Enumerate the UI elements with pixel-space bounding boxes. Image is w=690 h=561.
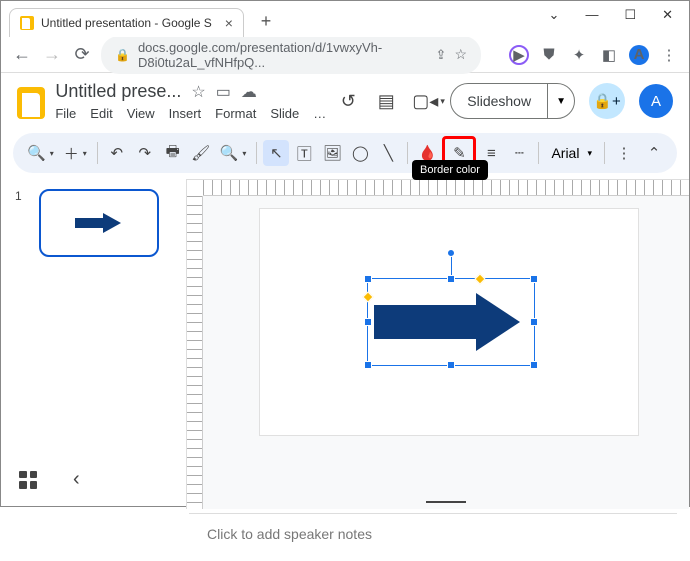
bookmark-star-icon[interactable]: ☆ (454, 46, 467, 63)
selection-outline (367, 278, 535, 366)
menu-file[interactable]: File (55, 106, 76, 121)
ruler-vertical[interactable] (187, 196, 203, 509)
speaker-notes[interactable]: Click to add speaker notes (189, 513, 677, 561)
new-slide-button[interactable]: ＋▾ (60, 140, 91, 166)
close-tab-icon[interactable]: × (225, 15, 233, 31)
ruler-horizontal[interactable] (203, 180, 689, 196)
resize-handle-bm[interactable] (447, 361, 455, 369)
select-tool-icon[interactable]: ↖ (263, 140, 289, 166)
reload-icon[interactable]: ⟳ (71, 44, 93, 66)
resize-handle-bl[interactable] (364, 361, 372, 369)
tab-title: Untitled presentation - Google S (41, 16, 212, 30)
nav-forward-icon: → (41, 44, 63, 66)
url-bar[interactable]: 🔒 docs.google.com/presentation/d/1vwxyVh… (101, 36, 481, 74)
slides-favicon (20, 16, 34, 30)
workspace: 1 ‹ (1, 179, 689, 509)
meet-camera-icon[interactable]: ▢◂▾ (412, 91, 436, 112)
menu-edit[interactable]: Edit (90, 106, 112, 121)
browser-tab[interactable]: Untitled presentation - Google S × (9, 8, 244, 37)
window-controls: ⌄ — ☐ ✕ (533, 1, 689, 29)
slide-canvas[interactable] (259, 208, 639, 436)
document-title[interactable]: Untitled prese... (55, 81, 181, 102)
minimize-icon[interactable]: — (585, 7, 598, 23)
comments-icon[interactable]: ▤ (374, 91, 398, 112)
extension-play-icon[interactable]: ▶ (509, 45, 529, 65)
zoom-button[interactable]: 🔍▾ (216, 140, 251, 166)
resize-handle-br[interactable] (530, 361, 538, 369)
extension-square-icon[interactable]: ◧ (599, 45, 619, 65)
resize-handle-lm[interactable] (364, 318, 372, 326)
cloud-status-icon[interactable]: ☁ (241, 82, 257, 102)
extensions-puzzle-icon[interactable]: ✦ (569, 45, 589, 65)
share-url-icon[interactable]: ⇪ (436, 47, 447, 63)
maximize-icon[interactable]: ☐ (624, 7, 636, 23)
slide-number: 1 (15, 189, 22, 203)
canvas-container (186, 179, 689, 509)
grid-view-icon[interactable] (19, 471, 37, 489)
lock-icon: 🔒 (115, 48, 130, 62)
caption-placeholder[interactable] (426, 501, 466, 503)
undo-icon[interactable]: ↶ (104, 140, 130, 166)
slideshow-dropdown[interactable]: ▼ (547, 84, 574, 118)
toolbar: 🔍▾ ＋▾ ↶ ↷ 🖶 🖌 🔍▾ ↖ 🅃 🖼 ◯ ╲ 🩸 ✎ ≡ ┄ Arial… (13, 133, 677, 173)
font-selector[interactable]: Arial▾ (545, 145, 598, 161)
thumb-arrow-shape (75, 213, 123, 233)
account-avatar[interactable]: A (639, 84, 673, 118)
share-button[interactable]: 🔒+ (589, 83, 625, 119)
text-box-icon[interactable]: 🅃 (291, 140, 317, 166)
canvas-area[interactable] (203, 196, 689, 509)
paint-format-icon[interactable]: 🖌 (188, 140, 214, 166)
star-outline-icon[interactable]: ☆ (191, 82, 205, 102)
slideshow-button[interactable]: Slideshow ▼ (450, 83, 575, 119)
slides-logo-icon[interactable] (17, 87, 45, 119)
resize-handle-rm[interactable] (530, 318, 538, 326)
rotation-line (451, 255, 452, 275)
redo-icon[interactable]: ↷ (132, 140, 158, 166)
border-dash-icon[interactable]: ┄ (506, 140, 532, 166)
line-icon[interactable]: ╲ (375, 140, 401, 166)
browser-titlebar: Untitled presentation - Google S × + ⌄ —… (1, 1, 689, 37)
nav-back-icon[interactable]: ← (11, 44, 33, 66)
menu-slide[interactable]: Slide (270, 106, 299, 121)
close-window-icon[interactable]: ✕ (662, 7, 673, 23)
menubar: File Edit View Insert Format Slide … (55, 106, 326, 121)
extension-shield-icon[interactable]: ⛊ (539, 45, 559, 65)
menu-view[interactable]: View (127, 106, 155, 121)
new-tab-button[interactable]: + (252, 7, 280, 35)
caret-down-icon[interactable]: ⌄ (549, 7, 560, 23)
rotation-handle[interactable] (447, 249, 455, 257)
collapse-panel-icon[interactable]: ‹ (73, 468, 80, 491)
shape-icon[interactable]: ◯ (347, 140, 373, 166)
app-header: Untitled prese... ☆ ▭ ☁ File Edit View I… (1, 73, 689, 129)
url-text: docs.google.com/presentation/d/1vwxyVh-D… (138, 40, 428, 70)
tooltip-border-color: Border color (412, 160, 488, 180)
more-tools-icon[interactable]: ⋮ (611, 140, 637, 166)
collapse-toolbar-icon[interactable]: ⌃ (641, 140, 667, 166)
history-icon[interactable]: ↺ (336, 91, 360, 112)
slide-thumbnail-1[interactable] (39, 189, 159, 257)
slide-panel: 1 ‹ (1, 179, 186, 509)
selected-shape[interactable] (368, 279, 534, 365)
browser-addressbar: ← → ⟳ 🔒 docs.google.com/presentation/d/1… (1, 37, 689, 73)
resize-handle-tl[interactable] (364, 275, 372, 283)
browser-menu-icon[interactable]: ⋮ (659, 45, 679, 65)
move-folder-icon[interactable]: ▭ (216, 82, 231, 102)
menu-format[interactable]: Format (215, 106, 256, 121)
print-icon[interactable]: 🖶 (160, 140, 186, 166)
notes-placeholder: Click to add speaker notes (207, 526, 372, 542)
resize-handle-tr[interactable] (530, 275, 538, 283)
image-icon[interactable]: 🖼 (319, 140, 345, 166)
slideshow-label: Slideshow (451, 93, 547, 109)
menu-insert[interactable]: Insert (169, 106, 202, 121)
menu-more[interactable]: … (313, 106, 326, 121)
search-menus-button[interactable]: 🔍▾ (23, 140, 58, 166)
resize-handle-tm[interactable] (447, 275, 455, 283)
profile-avatar-small[interactable]: A (629, 45, 649, 65)
